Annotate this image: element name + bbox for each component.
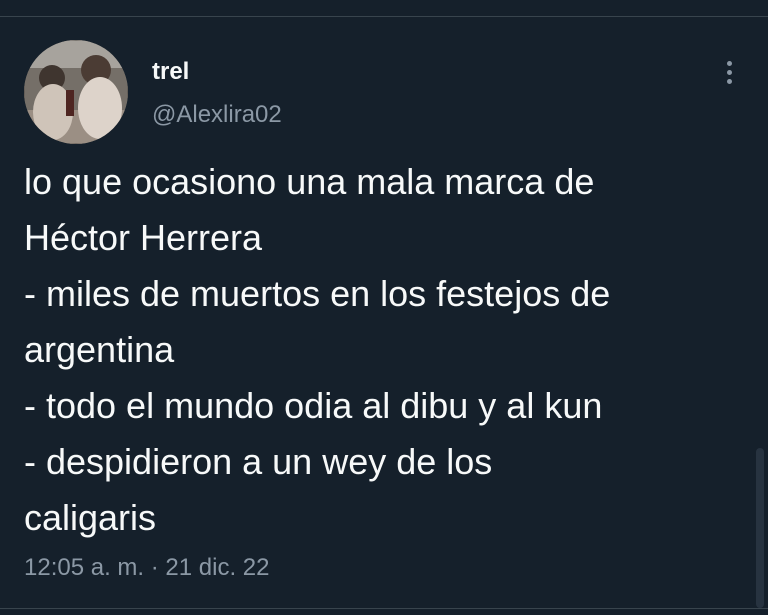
more-options-button[interactable]	[714, 55, 744, 89]
avatar[interactable]	[24, 40, 128, 144]
avatar-photo-icon	[24, 40, 128, 144]
tweet-line: - todo el mundo odia al dibu y al kun	[24, 385, 603, 426]
tweet-line: caligaris	[24, 497, 157, 538]
tweet-time[interactable]: 12:05 a. m.	[24, 554, 144, 581]
display-name[interactable]: trel	[152, 57, 189, 87]
tweet-line: Héctor Herrera	[24, 217, 263, 258]
more-vertical-icon	[726, 69, 732, 75]
tweet-line: argentina	[24, 329, 175, 370]
user-handle[interactable]: @Alexlira02	[152, 100, 282, 130]
tweet-date[interactable]: 21 dic. 22	[165, 554, 269, 581]
tweet-line: - despidieron a un wey de los	[24, 441, 493, 482]
more-vertical-icon	[726, 78, 732, 84]
more-vertical-icon	[726, 60, 732, 66]
top-divider	[0, 16, 768, 17]
bottom-divider	[0, 608, 768, 609]
scrollbar[interactable]	[756, 448, 764, 608]
tweet-text: lo que ocasiono una mala marca de Héctor…	[24, 154, 744, 546]
metadata-separator: ·	[150, 554, 159, 581]
tweet-line: - miles de muertos en los festejos de	[24, 273, 611, 314]
tweet-metadata: 12:05 a. m. · 21 dic. 22	[24, 552, 270, 584]
tweet-line: lo que ocasiono una mala marca de	[24, 161, 595, 202]
